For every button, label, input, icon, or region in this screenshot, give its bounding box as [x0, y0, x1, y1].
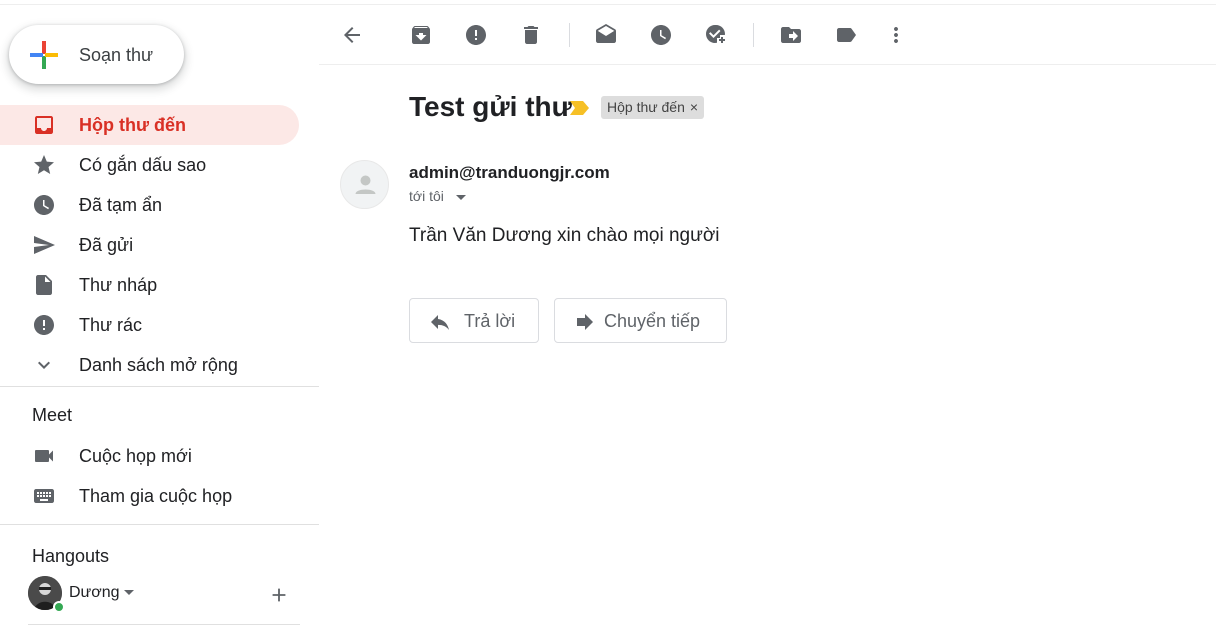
hangouts-user-avatar[interactable]	[28, 576, 65, 613]
sender-avatar	[340, 160, 389, 209]
person-icon	[355, 175, 376, 194]
reply-icon	[431, 315, 449, 330]
toolbar-separator	[569, 23, 570, 47]
compose-button[interactable]: Soạn thư	[9, 25, 184, 84]
add-task-icon[interactable]	[704, 23, 728, 47]
sidebar-item-label: Đã tạm ẩn	[79, 195, 163, 215]
video-icon	[35, 450, 53, 462]
sidebar-item-starred[interactable]: Có gắn dấu sao	[0, 145, 299, 185]
sidebar-item-inbox[interactable]: Hộp thư đến	[0, 105, 299, 145]
inbox-icon	[35, 116, 53, 134]
remove-label-icon[interactable]: ×	[690, 99, 698, 115]
label-icon[interactable]	[834, 23, 858, 47]
meet-join-meeting[interactable]: Tham gia cuộc họp	[0, 476, 299, 516]
report-spam-icon[interactable]	[464, 23, 488, 47]
mark-unread-icon[interactable]	[594, 23, 618, 47]
recipient-details-caret-icon[interactable]	[456, 195, 466, 200]
sidebar-item-label: Có gắn dấu sao	[79, 155, 207, 175]
meet-title: Meet	[32, 405, 73, 425]
forward-label: Chuyển tiếp	[604, 311, 701, 331]
meet-item-label: Cuộc họp mới	[79, 446, 192, 466]
sidebar-item-sent[interactable]: Đã gửi	[0, 225, 299, 265]
plus-icon	[30, 41, 58, 69]
add-icon[interactable]	[268, 584, 290, 606]
sidebar-item-snoozed[interactable]: Đã tạm ẩn	[0, 185, 299, 225]
inbox-label-chip[interactable]: Hộp thư đến ×	[601, 96, 705, 119]
trash-icon[interactable]	[519, 23, 543, 47]
label-chip-text: Hộp thư đến	[607, 99, 685, 115]
sidebar-divider	[0, 524, 319, 525]
importance-marker-icon[interactable]	[570, 100, 590, 116]
hangouts-user-name[interactable]: Dương	[69, 584, 120, 602]
more-vert-icon[interactable]	[884, 23, 908, 47]
sidebar-item-label: Danh sách mở rộng	[79, 355, 238, 375]
sidebar-item-label: Thư rác	[79, 315, 143, 335]
archive-icon[interactable]	[409, 23, 433, 47]
toolbar-separator	[753, 23, 754, 47]
sidebar-item-label: Hộp thư đến	[79, 115, 187, 135]
star-icon	[34, 155, 54, 174]
reply-button[interactable]: Trả lời	[409, 298, 539, 343]
meet-new-meeting[interactable]: Cuộc họp mới	[0, 436, 299, 476]
caret-down-icon[interactable]	[124, 590, 134, 595]
meet-item-label: Tham gia cuộc họp	[79, 486, 233, 506]
snooze-icon[interactable]	[649, 23, 673, 47]
online-status-dot	[53, 601, 65, 613]
chevron-down-icon	[38, 361, 50, 369]
hangouts-title: Hangouts	[32, 546, 110, 566]
move-to-icon[interactable]	[779, 23, 803, 47]
sender-email[interactable]: admin@tranduongjr.com	[409, 163, 610, 183]
reply-label: Trả lời	[464, 311, 516, 331]
forward-icon	[577, 314, 593, 330]
keyboard-icon	[34, 489, 54, 503]
back-arrow-icon[interactable]	[340, 23, 364, 47]
clock-icon	[34, 195, 54, 215]
draft-icon	[36, 275, 52, 295]
sidebar-item-more[interactable]: Danh sách mở rộng	[0, 345, 299, 385]
message-subject: Test gửi thư	[409, 91, 572, 122]
recipient-summary[interactable]: tới tôi	[409, 188, 444, 204]
message-body: Trần Văn Dương xin chào mọi người	[409, 225, 720, 246]
sidebar-divider	[0, 386, 319, 387]
message-toolbar	[319, 5, 1216, 65]
spam-icon	[34, 315, 54, 335]
sidebar-divider	[28, 624, 300, 625]
send-icon	[34, 236, 55, 254]
sidebar: Soạn thư Hộp thư đến Có gắn dấu sao Đã t…	[0, 0, 319, 630]
sidebar-item-spam[interactable]: Thư rác	[0, 305, 299, 345]
sidebar-item-label: Thư nháp	[79, 275, 158, 295]
sidebar-item-drafts[interactable]: Thư nháp	[0, 265, 299, 305]
compose-label: Soạn thư	[79, 45, 154, 65]
sidebar-item-label: Đã gửi	[79, 235, 134, 255]
forward-button[interactable]: Chuyển tiếp	[554, 298, 727, 343]
